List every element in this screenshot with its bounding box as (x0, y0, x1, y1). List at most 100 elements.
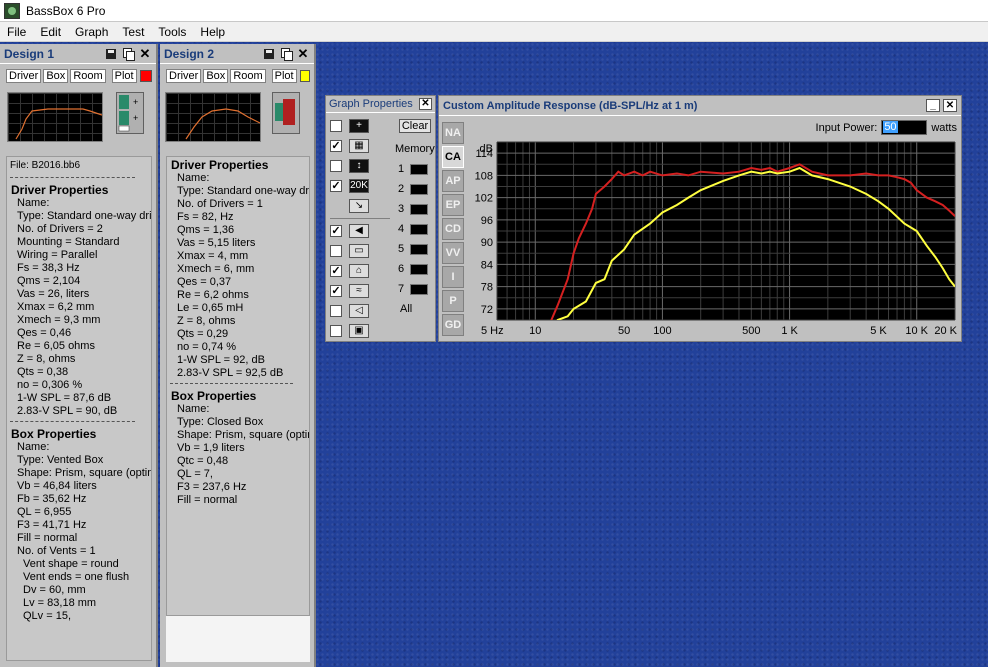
speaker-icon: ◀ (349, 224, 369, 238)
tab-i[interactable]: I (442, 266, 464, 288)
svg-text:+: + (133, 97, 138, 107)
x-tick-label: 500 (742, 325, 760, 337)
menu-tools[interactable]: Tools (151, 25, 193, 39)
driver-vas: Vas = 5,15 liters (177, 237, 256, 249)
menu-help[interactable]: Help (193, 25, 232, 39)
port-response-checkbox[interactable] (330, 305, 342, 317)
vertical-scale-checkbox[interactable] (330, 160, 342, 172)
memory-slot-2[interactable]: 2 (392, 179, 434, 199)
y-tick-label: 102 (475, 193, 493, 205)
box-button[interactable]: Box (43, 68, 69, 83)
driver-name: Name: (17, 197, 50, 209)
room-button[interactable]: Room (70, 68, 106, 83)
memory-slot-3[interactable]: 3 (392, 199, 434, 219)
design-1-tabs: Driver Box Room Plot (0, 64, 156, 84)
save-icon[interactable] (104, 47, 118, 60)
graph-properties-header: Graph Properties ✕ (326, 96, 435, 113)
design-2-panel: Design 2 ✕ Driver Box Room Plot Driver P… (160, 44, 316, 667)
x-tick-label: 100 (653, 325, 671, 337)
filter-response-checkbox[interactable]: ✓ (330, 285, 342, 297)
close-icon[interactable]: ✕ (419, 98, 432, 110)
tab-gd[interactable]: GD (442, 314, 464, 336)
driver-response-checkbox[interactable]: ✓ (330, 225, 342, 237)
port-icon: ◁ (349, 304, 369, 318)
clear-button[interactable]: Clear (399, 119, 431, 133)
plot-button[interactable]: Plot (271, 68, 297, 83)
box-vent-count: No. of Vents = 1 (17, 545, 96, 557)
y-tick-label: 84 (481, 259, 493, 271)
menu-file[interactable]: File (0, 25, 33, 39)
tab-cd[interactable]: CD (442, 218, 464, 240)
amplitude-response-chart[interactable]: 7278849096102108114dB5 Hz 10 50 100 500 1 K5 … (467, 138, 959, 340)
box-type: Type: Closed Box (177, 416, 264, 428)
driver-z: Z = 8, ohms (177, 315, 236, 327)
design-2-header: Design 2 ✕ (160, 44, 314, 64)
tab-vv[interactable]: VV (442, 242, 464, 264)
plot-color-swatch[interactable] (139, 69, 152, 82)
driver-button[interactable]: Driver (166, 68, 202, 83)
memory-slot-6[interactable]: 6 (392, 259, 434, 279)
app-icon (4, 2, 20, 19)
grid-icon: ▦ (349, 139, 369, 153)
close-icon[interactable]: ✕ (943, 99, 957, 112)
tab-na[interactable]: NA (442, 122, 464, 144)
driver-type: Type: Standard one-way driver (17, 210, 151, 222)
vented-box-icon[interactable]: + + (116, 92, 144, 134)
room-button[interactable]: Room (230, 68, 266, 83)
response-thumbnail[interactable] (7, 92, 103, 142)
filter-icon: ≈ (349, 284, 369, 298)
driver-1w-spl: 1-W SPL = 92, dB (177, 354, 265, 366)
driver-qes: Qes = 0,46 (17, 327, 72, 339)
driver-283v-spl: 2.83-V SPL = 90, dB (17, 405, 118, 417)
close-icon[interactable]: ✕ (138, 47, 152, 60)
smoothing-icon[interactable]: ↘ (349, 199, 369, 213)
driver-qms: Qms = 2,104 (17, 275, 81, 287)
input-power-field[interactable]: 50 (881, 120, 928, 135)
vent-qlv: QLv = 15, (23, 610, 72, 622)
close-icon[interactable]: ✕ (296, 47, 310, 60)
box-shape: Shape: Prism, square (optimum) (17, 467, 151, 479)
memory-column: Clear Memory 1 2 3 4 5 6 7 All (392, 116, 435, 315)
driver-button[interactable]: Driver (6, 68, 42, 83)
tab-p[interactable]: P (442, 290, 464, 312)
tab-ca[interactable]: CA (442, 146, 464, 168)
room-response-checkbox[interactable]: ✓ (330, 265, 342, 277)
menu-graph[interactable]: Graph (68, 25, 115, 39)
copy-icon[interactable] (121, 47, 135, 61)
vent-ends: Vent ends = one flush (23, 571, 130, 583)
x-tick-label: 1 K (781, 325, 798, 337)
copy-icon[interactable] (279, 47, 293, 61)
total-response-checkbox[interactable] (330, 325, 342, 337)
vent-lv: Lv = 83,18 mm (23, 597, 97, 609)
tab-ap[interactable]: AP (442, 170, 464, 192)
menu-test[interactable]: Test (115, 25, 151, 39)
closed-box-icon[interactable] (272, 92, 300, 134)
plot-button[interactable]: Plot (111, 68, 137, 83)
vertical-scale-icon: ↕ (349, 159, 369, 173)
input-power-control: Input Power: 50 watts (816, 120, 957, 135)
total-icon: ▣ (349, 324, 369, 338)
memory-slot-7[interactable]: 7 (392, 279, 434, 299)
tab-ep[interactable]: EP (442, 194, 464, 216)
grid-checkbox[interactable]: ✓ (330, 140, 342, 152)
design-2-tabs: Driver Box Room Plot (160, 64, 314, 84)
divider (170, 383, 293, 384)
box-button[interactable]: Box (203, 68, 229, 83)
box-response-checkbox[interactable] (330, 245, 342, 257)
plot-color-swatch[interactable] (299, 69, 310, 82)
vent-dv: Dv = 60, mm (23, 584, 86, 596)
driver-qts: Qts = 0,29 (177, 328, 229, 340)
y-tick-label: 72 (481, 304, 493, 316)
range-checkbox[interactable]: ✓ (330, 180, 342, 192)
vent-shape: Vent shape = round (23, 558, 119, 570)
memory-slot-1[interactable]: 1 (392, 159, 434, 179)
cursor-checkbox[interactable] (330, 120, 342, 132)
memory-slot-5[interactable]: 5 (392, 239, 434, 259)
design-2-thumbnails (160, 84, 314, 144)
response-thumbnail[interactable] (165, 92, 261, 142)
menu-edit[interactable]: Edit (33, 25, 68, 39)
memory-all-button[interactable]: All (392, 303, 434, 315)
save-icon[interactable] (262, 47, 276, 60)
memory-slot-4[interactable]: 4 (392, 219, 434, 239)
minimize-icon[interactable]: _ (926, 99, 940, 112)
